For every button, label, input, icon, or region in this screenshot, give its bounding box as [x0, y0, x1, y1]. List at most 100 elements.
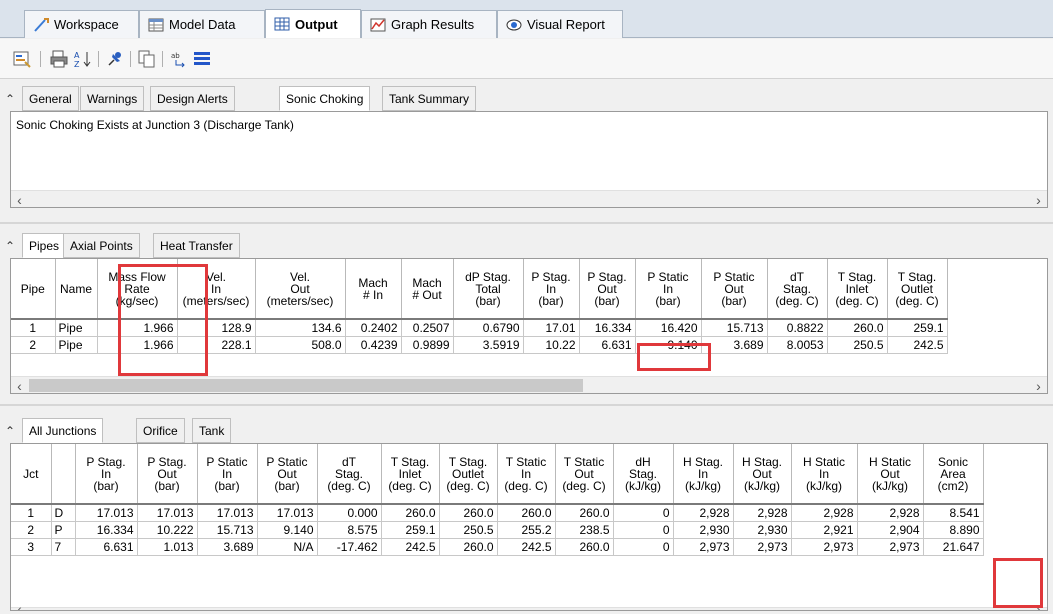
- junctions-column-header[interactable]: Jct: [11, 444, 52, 505]
- table-cell[interactable]: 3: [11, 538, 52, 556]
- table-cell[interactable]: 2,928: [673, 504, 734, 522]
- tab-sonic-choking[interactable]: Sonic Choking: [279, 86, 371, 111]
- table-cell[interactable]: 2,904: [857, 521, 924, 539]
- table-row[interactable]: 2 P 16.334 10.222 15.713 9.140 8.575 259.1 250.5…: [11, 521, 984, 539]
- tab-pipes[interactable]: Pipes: [22, 233, 67, 258]
- table-cell[interactable]: 0.000: [317, 504, 382, 522]
- pipes-column-header[interactable]: Mach # Out: [401, 259, 454, 320]
- scroll-right-icon[interactable]: ›: [1030, 600, 1047, 611]
- table-cell[interactable]: 8.541: [923, 504, 984, 522]
- table-cell[interactable]: 0.8822: [767, 319, 828, 337]
- table-cell[interactable]: 16.334: [579, 319, 636, 337]
- table-cell[interactable]: 2: [11, 521, 52, 539]
- table-cell[interactable]: 2,928: [733, 504, 792, 522]
- tab-tank-summary[interactable]: Tank Summary: [382, 86, 477, 111]
- horizontal-scrollbar[interactable]: ‹ ›: [11, 376, 1047, 393]
- table-cell[interactable]: Pipe: [55, 319, 98, 337]
- table-row[interactable]: 2 Pipe 1.966 228.1 508.0 0.4239 0.9899 3.5919 10…: [11, 336, 948, 354]
- table-cell[interactable]: 259.1: [887, 319, 948, 337]
- scroll-right-icon[interactable]: ›: [1030, 377, 1047, 394]
- junctions-column-header[interactable]: H Stag. In (kJ/kg): [673, 444, 734, 505]
- tab-tank[interactable]: Tank: [192, 418, 232, 443]
- table-cell[interactable]: 1.013: [137, 538, 198, 556]
- table-row[interactable]: 1 D 17.013 17.013 17.013 17.013 0.000 260.0 260.…: [11, 504, 984, 522]
- table-cell[interactable]: 15.713: [701, 319, 768, 337]
- scroll-left-icon[interactable]: ‹: [11, 191, 28, 208]
- table-cell[interactable]: 1: [11, 319, 56, 337]
- junctions-column-header[interactable]: T Static Out (deg. C): [555, 444, 614, 505]
- table-cell[interactable]: 21.647: [923, 538, 984, 556]
- table-cell[interactable]: 0: [613, 504, 674, 522]
- output-control-icon[interactable]: [13, 50, 31, 68]
- junctions-column-header[interactable]: P Stag. Out (bar): [137, 444, 198, 505]
- table-cell[interactable]: 228.1: [177, 336, 256, 354]
- table-cell[interactable]: 10.22: [523, 336, 580, 354]
- table-row[interactable]: 1 Pipe 1.966 128.9 134.6 0.2402 0.2507 0.6790 17…: [11, 319, 948, 337]
- scroll-thumb[interactable]: [29, 379, 583, 392]
- junctions-column-header[interactable]: Sonic Area (cm2): [923, 444, 984, 505]
- pipes-column-header[interactable]: dT Stag. (deg. C): [767, 259, 828, 320]
- table-cell[interactable]: 0.4239: [345, 336, 402, 354]
- table-cell[interactable]: 260.0: [439, 538, 498, 556]
- tab-design-alerts[interactable]: Design Alerts: [150, 86, 235, 111]
- table-cell[interactable]: 242.5: [381, 538, 440, 556]
- table-cell[interactable]: 3.5919: [453, 336, 524, 354]
- table-cell[interactable]: 17.013: [137, 504, 198, 522]
- table-cell[interactable]: 3.689: [701, 336, 768, 354]
- junctions-column-header[interactable]: T Stag. Inlet (deg. C): [381, 444, 440, 505]
- table-cell[interactable]: 0.2402: [345, 319, 402, 337]
- table-cell[interactable]: 3.689: [197, 538, 258, 556]
- copy-icon[interactable]: [138, 50, 156, 68]
- junctions-column-header[interactable]: P Static In (bar): [197, 444, 258, 505]
- table-cell[interactable]: 134.6: [255, 319, 346, 337]
- table-cell[interactable]: 8.890: [923, 521, 984, 539]
- junctions-column-header[interactable]: H Static Out (kJ/kg): [857, 444, 924, 505]
- tab-model-data[interactable]: Model Data: [139, 10, 265, 38]
- horizontal-scrollbar[interactable]: ‹ ›: [11, 601, 1047, 610]
- table-cell[interactable]: 17.013: [197, 504, 258, 522]
- table-cell[interactable]: 17.013: [257, 504, 318, 522]
- table-cell[interactable]: 1.966: [97, 336, 178, 354]
- table-cell[interactable]: 2,973: [733, 538, 792, 556]
- table-cell[interactable]: 2,930: [733, 521, 792, 539]
- table-cell[interactable]: 260.0: [497, 504, 556, 522]
- list-view-icon[interactable]: [193, 50, 211, 68]
- table-cell[interactable]: 0.2507: [401, 319, 454, 337]
- tab-workspace[interactable]: Workspace: [24, 10, 139, 38]
- table-cell[interactable]: N/A: [257, 538, 318, 556]
- table-cell[interactable]: 1.966: [97, 319, 178, 337]
- table-cell[interactable]: 2,921: [791, 521, 858, 539]
- table-cell[interactable]: 260.0: [439, 504, 498, 522]
- table-cell[interactable]: 15.713: [197, 521, 258, 539]
- table-cell[interactable]: D: [51, 504, 76, 522]
- tab-general[interactable]: General: [22, 86, 79, 111]
- table-cell[interactable]: 260.0: [827, 319, 888, 337]
- tab-axial-points[interactable]: Axial Points: [63, 233, 140, 258]
- tab-visual-report[interactable]: Visual Report: [497, 10, 623, 38]
- table-cell[interactable]: 2,928: [857, 504, 924, 522]
- table-cell[interactable]: 260.0: [381, 504, 440, 522]
- pipes-column-header[interactable]: Name: [55, 259, 98, 320]
- table-cell[interactable]: 17.013: [75, 504, 138, 522]
- table-cell[interactable]: 2,973: [857, 538, 924, 556]
- scroll-right-icon[interactable]: ›: [1030, 191, 1047, 208]
- table-cell[interactable]: 6.631: [579, 336, 636, 354]
- junctions-column-header[interactable]: P Static Out (bar): [257, 444, 318, 505]
- table-cell[interactable]: 0: [613, 538, 674, 556]
- table-cell[interactable]: Pipe: [55, 336, 98, 354]
- table-cell[interactable]: 2: [11, 336, 56, 354]
- tab-warnings[interactable]: Warnings: [80, 86, 145, 111]
- table-cell[interactable]: 16.420: [635, 319, 702, 337]
- table-cell[interactable]: 242.5: [887, 336, 948, 354]
- pipes-column-header[interactable]: Vel. Out (meters/sec): [255, 259, 346, 320]
- pipes-column-header[interactable]: Pipe: [11, 259, 56, 320]
- table-cell[interactable]: 238.5: [555, 521, 614, 539]
- collapse-pipes-icon[interactable]: ⌃: [0, 233, 20, 258]
- table-cell[interactable]: 2,973: [791, 538, 858, 556]
- table-cell[interactable]: 2,928: [791, 504, 858, 522]
- pipes-column-header[interactable]: Vel. In (meters/sec): [177, 259, 256, 320]
- table-cell[interactable]: 8.0053: [767, 336, 828, 354]
- table-cell[interactable]: 259.1: [381, 521, 440, 539]
- table-cell[interactable]: 2,973: [673, 538, 734, 556]
- horizontal-scrollbar[interactable]: ‹ ›: [11, 190, 1047, 208]
